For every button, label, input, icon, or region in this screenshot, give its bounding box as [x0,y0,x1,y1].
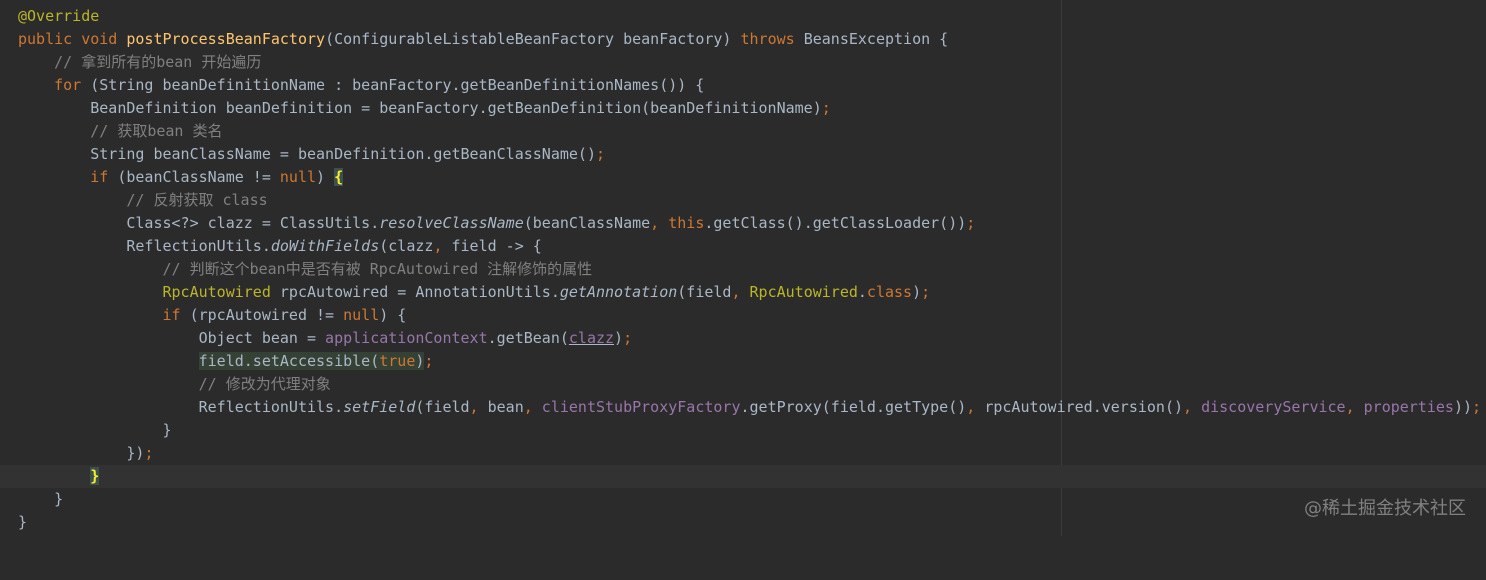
code-line-16[interactable]: field.setAccessible(true); [0,350,1486,373]
code-line-11-text: ReflectionUtils.doWithFields(clazz, fiel… [18,237,542,255]
comment-line: // 反射获取 class [18,191,268,209]
comment-line: // 获取bean 类名 [18,122,223,140]
code-line-19[interactable]: } [0,419,1486,442]
matched-brace-close: } [90,467,100,485]
code-line-10[interactable]: Class<?> clazz = ClassUtils.resolveClass… [0,212,1486,235]
code-line-22[interactable]: } [0,488,1486,511]
code-line-20[interactable]: }); [0,442,1486,465]
code-line-5[interactable]: BeanDefinition beanDefinition = beanFact… [0,97,1486,120]
code-line-20-text: }); [18,444,154,462]
code-line-2[interactable]: public void postProcessBeanFactory(Confi… [0,28,1486,51]
annotation-override: @Override [18,7,100,25]
code-line-16-text: field.setAccessible(true); [198,352,434,370]
code-line-23[interactable]: } [0,511,1486,534]
code-line-22-text: } [18,490,64,508]
code-line-4-text: for (String beanDefinitionName : beanFac… [54,76,705,94]
code-line-8-text: if (beanClassName != null) { [90,168,344,186]
code-line-3[interactable]: // 拿到所有的bean 开始遍历 [0,51,1486,74]
code-line-15[interactable]: Object bean = applicationContext.getBean… [0,327,1486,350]
code-line-15-text: Object bean = applicationContext.getBean… [18,329,633,347]
comment-line: // 判断这个bean中是否有被 RpcAutowired 注解修饰的属性 [18,260,593,278]
code-line-14[interactable]: if (rpcAutowired != null) { [0,304,1486,327]
code-line-19-text: } [18,421,172,439]
code-line-13[interactable]: RpcAutowired rpcAutowired = AnnotationUt… [0,281,1486,304]
code-line-6[interactable]: // 获取bean 类名 [0,120,1486,143]
code-line-2-text: public void postProcessBeanFactory(Confi… [18,30,949,48]
code-line-5-text: BeanDefinition beanDefinition = beanFact… [18,99,831,117]
code-editor[interactable]: @Override public void postProcessBeanFac… [0,0,1486,536]
code-line-18[interactable]: ReflectionUtils.setField(field, bean, cl… [0,396,1486,419]
comment-line: // 修改为代理对象 [18,375,331,393]
code-line-7-text: String beanClassName = beanDefinition.ge… [18,145,605,163]
code-line-21-current[interactable]: } [0,465,1486,488]
code-line-11[interactable]: ReflectionUtils.doWithFields(clazz, fiel… [0,235,1486,258]
code-line-7[interactable]: String beanClassName = beanDefinition.ge… [0,143,1486,166]
code-line-14-text: if (rpcAutowired != null) { [162,306,407,324]
matched-brace-open: { [334,168,344,186]
code-line-21-text: } [18,465,100,488]
code-line-12[interactable]: // 判断这个bean中是否有被 RpcAutowired 注解修饰的属性 [0,258,1486,281]
code-line-4[interactable]: for (String beanDefinitionName : beanFac… [0,74,1486,97]
code-line-9[interactable]: // 反射获取 class [0,189,1486,212]
watermark: @稀土掘金技术社区 [1304,498,1466,519]
code-line-10-text: Class<?> clazz = ClassUtils.resolveClass… [18,214,976,232]
code-line-1[interactable]: @Override [0,5,1486,28]
code-line-13-text: RpcAutowired rpcAutowired = AnnotationUt… [162,283,931,301]
code-line-8[interactable]: if (beanClassName != null) { [0,166,1486,189]
code-line-18-text: ReflectionUtils.setField(field, bean, cl… [18,398,1482,416]
code-line-23-text: } [18,513,28,531]
comment-line: // 拿到所有的bean 开始遍历 [18,53,262,71]
code-line-17[interactable]: // 修改为代理对象 [0,373,1486,396]
